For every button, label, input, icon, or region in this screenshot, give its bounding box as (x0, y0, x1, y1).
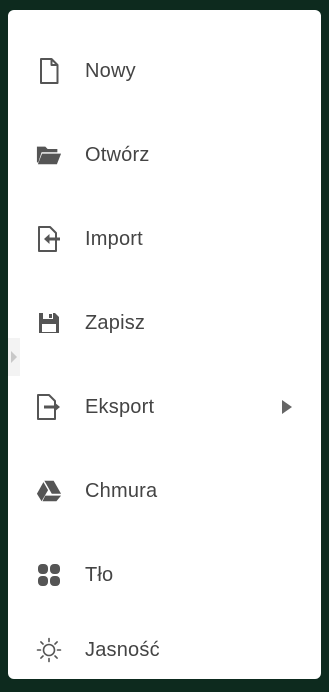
import-icon (36, 226, 62, 252)
new-file-icon (36, 58, 62, 84)
menu-item-label: Chmura (85, 479, 158, 502)
export-icon (36, 394, 62, 420)
menu-item-save[interactable]: Zapisz (8, 281, 321, 365)
cloud-drive-icon (36, 478, 62, 504)
menu-item-label: Eksport (85, 395, 155, 418)
menu-item-background[interactable]: Tło (8, 533, 321, 617)
chevron-right-icon (11, 351, 17, 363)
menu-item-import[interactable]: Import (8, 197, 321, 281)
menu-panel: Nowy Otwórz Import Zapisz Eksport Chmura… (8, 10, 321, 679)
menu-item-new[interactable]: Nowy (8, 29, 321, 113)
menu-item-open[interactable]: Otwórz (8, 113, 321, 197)
menu-item-export[interactable]: Eksport (8, 365, 321, 449)
save-icon (36, 310, 62, 336)
menu-item-brightness[interactable]: Jasność (8, 608, 321, 692)
menu-item-label: Jasność (85, 638, 160, 661)
folder-open-icon (36, 142, 62, 168)
submenu-arrow-icon (280, 399, 294, 415)
menu-item-label: Tło (85, 563, 114, 586)
menu-item-label: Import (85, 227, 143, 250)
menu-item-label: Otwórz (85, 143, 150, 166)
brightness-icon (36, 637, 62, 663)
background-icon (36, 562, 62, 588)
menu-item-label: Zapisz (85, 311, 146, 334)
drawer-handle[interactable] (8, 338, 20, 376)
menu-item-label: Nowy (85, 59, 136, 82)
menu-item-cloud[interactable]: Chmura (8, 449, 321, 533)
